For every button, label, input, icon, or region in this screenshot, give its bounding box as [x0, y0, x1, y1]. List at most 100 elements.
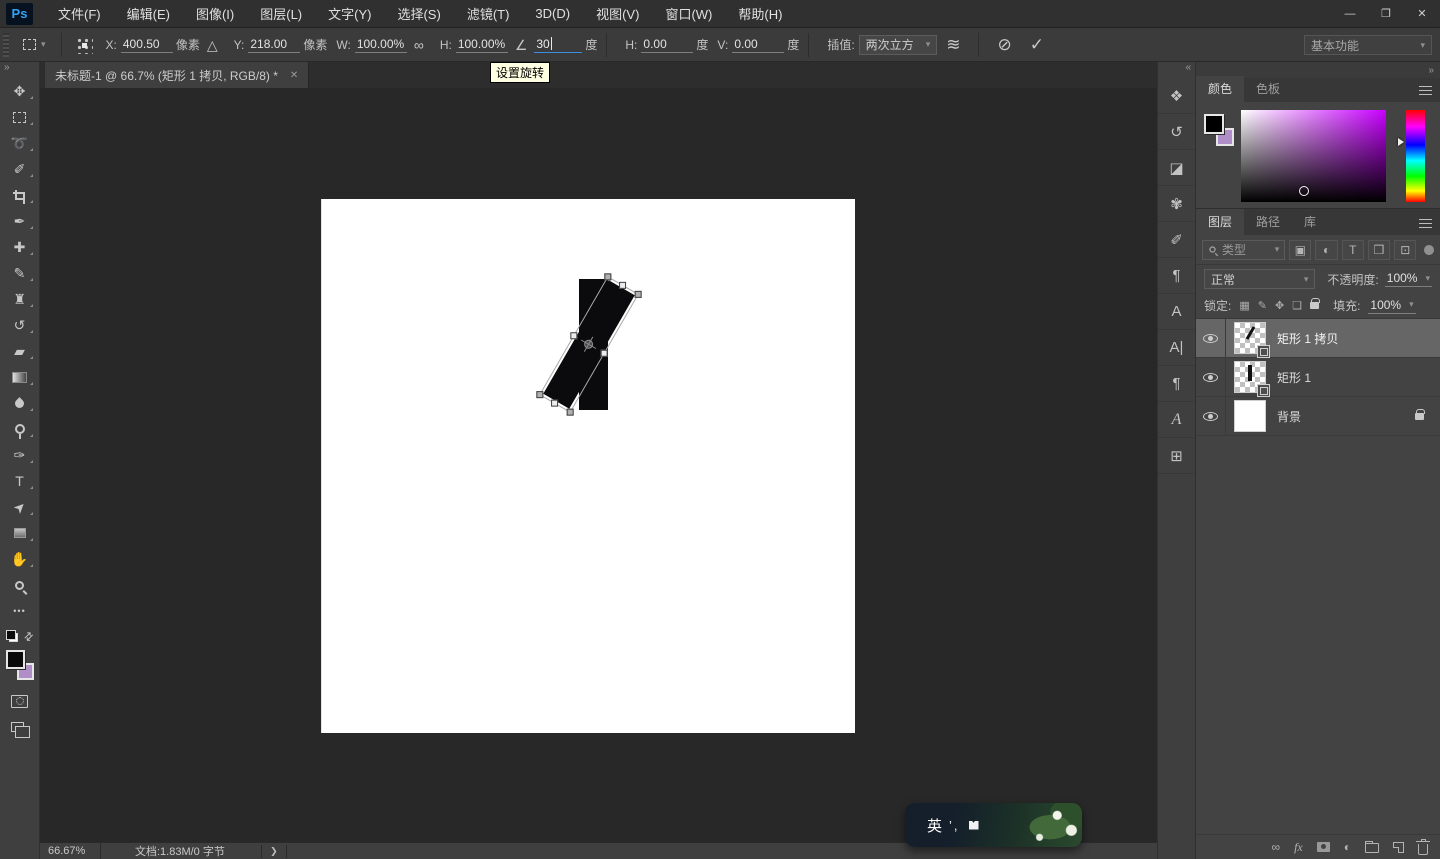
lock-pixels-button[interactable]: ✎: [1258, 299, 1267, 312]
paragraph-styles-panel-button[interactable]: ¶: [1157, 258, 1196, 294]
menu-image[interactable]: 图像(I): [183, 0, 247, 28]
quick-mask-button[interactable]: [0, 688, 40, 714]
dock-collapse-button[interactable]: «: [1158, 62, 1195, 78]
menu-3d[interactable]: 3D(D): [522, 0, 583, 28]
marquee-tool[interactable]: [0, 104, 40, 130]
quick-selection-tool[interactable]: ✐: [0, 156, 40, 182]
workspace-select[interactable]: 基本功能 ▾: [1304, 35, 1432, 55]
properties-panel-button[interactable]: ❖: [1157, 78, 1196, 114]
rotation-angle-input[interactable]: 30: [534, 36, 583, 53]
tab-swatches[interactable]: 色板: [1244, 76, 1292, 102]
menu-help[interactable]: 帮助(H): [725, 0, 795, 28]
menu-layer[interactable]: 图层(L): [247, 0, 315, 28]
dodge-tool[interactable]: [0, 416, 40, 442]
history-brush-tool[interactable]: ↺: [0, 312, 40, 338]
type-tool[interactable]: T: [0, 468, 40, 494]
eraser-tool[interactable]: ▰: [0, 338, 40, 364]
transform-handle[interactable]: [604, 273, 612, 281]
crop-tool[interactable]: [0, 182, 40, 208]
new-group-button[interactable]: [1365, 841, 1379, 853]
swap-colors-button[interactable]: ⇄: [21, 628, 36, 644]
character-styles-panel-button[interactable]: A: [1157, 294, 1196, 330]
layer-row-rectangle-1[interactable]: 矩形 1: [1196, 358, 1440, 397]
add-layer-mask-button[interactable]: [1316, 842, 1330, 852]
layer-row-background[interactable]: 背景: [1196, 397, 1440, 436]
eyedropper-tool[interactable]: ✒: [0, 208, 40, 234]
fill-input[interactable]: 100% ▾: [1368, 298, 1416, 314]
filter-adjustment-layers-button[interactable]: ◐: [1315, 239, 1338, 260]
menu-window[interactable]: 窗口(W): [652, 0, 725, 28]
menu-type[interactable]: 文字(Y): [315, 0, 384, 28]
toolbar-expand-button[interactable]: »: [0, 62, 39, 78]
hand-tool[interactable]: ✋: [0, 546, 40, 572]
menu-select[interactable]: 选择(S): [384, 0, 453, 28]
glyphs-panel-button[interactable]: A: [1157, 402, 1196, 438]
close-button[interactable]: ✕: [1404, 0, 1440, 28]
visibility-toggle[interactable]: [1196, 358, 1226, 396]
menu-edit[interactable]: 编辑(E): [114, 0, 183, 28]
layer-name[interactable]: 矩形 1: [1277, 369, 1311, 386]
relative-position-toggle[interactable]: △: [207, 38, 218, 52]
ime-mode-indicator[interactable]: 英: [927, 815, 942, 836]
lock-all-button[interactable]: [1310, 298, 1321, 309]
blur-tool[interactable]: [0, 390, 40, 416]
hue-slider[interactable]: [1406, 110, 1425, 202]
brush-tool[interactable]: ✎: [0, 260, 40, 286]
brush-settings-panel-button[interactable]: ✐: [1157, 222, 1196, 258]
transform-handle[interactable]: [551, 399, 559, 407]
path-selection-tool[interactable]: ➤: [0, 494, 40, 520]
layer-name[interactable]: 背景: [1277, 408, 1301, 425]
adjustment-layer-button[interactable]: ◐: [1344, 840, 1351, 854]
ime-skin-icon[interactable]: [968, 820, 979, 830]
visibility-toggle[interactable]: [1196, 319, 1226, 357]
shape-tool[interactable]: [0, 520, 40, 546]
v-skew-input[interactable]: 0.00: [732, 37, 785, 53]
x-value-input[interactable]: 400.50: [120, 37, 173, 53]
document-canvas[interactable]: [321, 199, 855, 733]
move-tool[interactable]: ✥: [0, 78, 40, 104]
pen-tool[interactable]: ✑: [0, 442, 40, 468]
history-panel-button[interactable]: ↺: [1157, 114, 1196, 150]
filter-smart-objects-button[interactable]: ⊡: [1394, 239, 1417, 260]
foreground-color-swatch[interactable]: [1204, 114, 1224, 134]
blend-mode-select[interactable]: 正常 ▾: [1204, 269, 1316, 289]
panel-menu-icon[interactable]: [1419, 219, 1432, 228]
navigator-panel-button[interactable]: ◪: [1157, 150, 1196, 186]
screen-mode-button[interactable]: [0, 714, 40, 740]
character-panel-button[interactable]: A|: [1157, 330, 1196, 366]
layer-row-rectangle-1-copy[interactable]: 矩形 1 拷贝: [1196, 319, 1440, 358]
gradient-tool[interactable]: [0, 364, 40, 390]
transform-handle[interactable]: [566, 408, 574, 416]
transform-handle[interactable]: [536, 391, 544, 399]
warp-mode-button[interactable]: ≋: [946, 35, 960, 55]
layer-name[interactable]: 矩形 1 拷贝: [1277, 330, 1338, 347]
commit-transform-button[interactable]: ✓: [1030, 35, 1044, 55]
filter-toggle-pin[interactable]: [1424, 244, 1434, 255]
default-colors-button[interactable]: [5, 630, 18, 642]
healing-brush-tool[interactable]: ✚: [0, 234, 40, 260]
filter-pixel-layers-button[interactable]: ▣: [1289, 239, 1312, 260]
lock-transparency-button[interactable]: ▦: [1239, 299, 1249, 312]
zoom-tool[interactable]: [0, 572, 40, 598]
link-layers-button[interactable]: ∞: [1272, 840, 1281, 854]
panel-menu-icon[interactable]: [1419, 86, 1432, 95]
w-value-input[interactable]: 100.00%: [354, 37, 407, 53]
layer-thumbnail[interactable]: [1234, 322, 1270, 358]
zoom-level-input[interactable]: 66.67%: [48, 845, 100, 857]
tab-libraries[interactable]: 库: [1292, 209, 1328, 235]
maintain-aspect-link-icon[interactable]: ∞: [414, 38, 424, 52]
delete-layer-button[interactable]: [1416, 838, 1430, 855]
filter-type-layers-button[interactable]: T: [1341, 239, 1364, 260]
hue-slider-marker[interactable]: [1398, 138, 1404, 146]
restore-button[interactable]: ❐: [1368, 0, 1404, 28]
transform-handle[interactable]: [619, 281, 627, 289]
color-field-cursor[interactable]: [1299, 186, 1309, 196]
minimize-button[interactable]: —: [1332, 0, 1368, 28]
filter-shape-layers-button[interactable]: ❒: [1367, 239, 1391, 260]
options-bar-grip[interactable]: [3, 32, 9, 57]
h-value-input[interactable]: 100.00%: [455, 37, 508, 53]
layer-style-button[interactable]: fx: [1294, 840, 1303, 855]
cancel-transform-button[interactable]: ⊘: [997, 35, 1011, 55]
tool-preset-picker[interactable]: ▾: [23, 39, 46, 50]
interpolation-select[interactable]: 两次立方 ▾: [858, 34, 938, 55]
